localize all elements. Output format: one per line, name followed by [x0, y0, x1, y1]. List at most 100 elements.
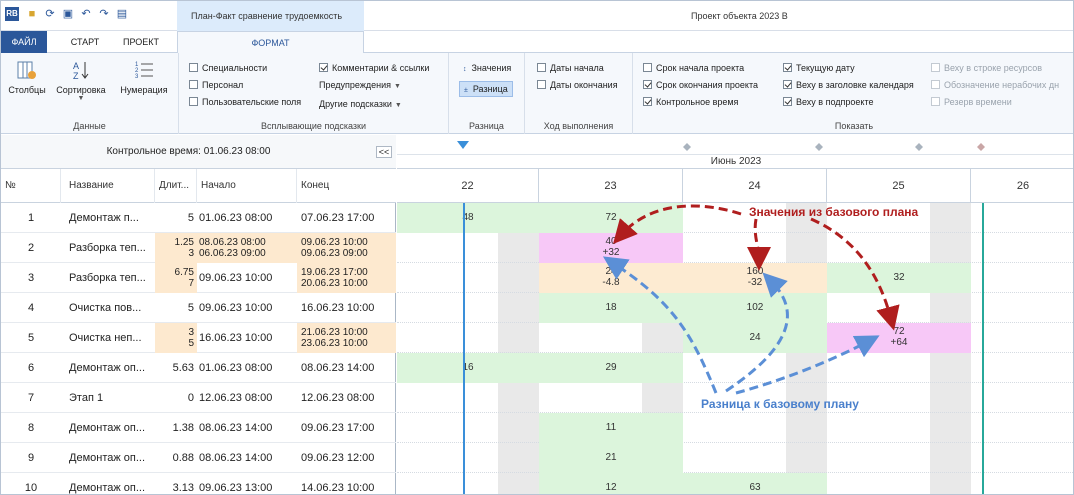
- row-start: 08.06.23 08:00 06.06.23 09:00: [197, 233, 297, 263]
- collapse-button[interactable]: <<: [376, 146, 392, 158]
- workload-cell[interactable]: 63: [683, 473, 827, 494]
- workload-cell[interactable]: 16: [397, 353, 539, 383]
- numbering-label: Нумерация: [120, 85, 168, 95]
- row-name: Демонтаж оп...: [69, 422, 146, 434]
- table-row[interactable]: 2 Разборка теп... 1.25 3 08.06.23 08:00 06…: [1, 233, 396, 263]
- workload-cell[interactable]: 40 +32: [539, 233, 683, 263]
- row-start: 08.06.23 14:00: [199, 422, 273, 434]
- table-row[interactable]: 6 Демонтаж оп... 5.63 01.06.23 08:00 08.…: [1, 353, 396, 383]
- refresh-icon[interactable]: ⟳: [43, 7, 57, 21]
- app-logo-icon: RB: [5, 7, 19, 21]
- undo-icon[interactable]: ↶: [79, 7, 93, 21]
- table-row[interactable]: 7 Этап 1 0 12.06.23 08:00 12.06.23 08:00: [1, 383, 396, 413]
- redo-icon[interactable]: ↷: [97, 7, 111, 21]
- progress-group: Даты начала Даты окончания Ход выполнени…: [525, 53, 633, 134]
- table-row[interactable]: 3 Разборка теп... 6.75 7 09.06.23 10:00 1…: [1, 263, 396, 293]
- row-num: 9: [27, 452, 35, 464]
- project-start-checkbox[interactable]: Срок начала проекта: [643, 63, 744, 73]
- gantt-row: 40 +32: [397, 233, 1073, 263]
- row-name: Демонтаж оп...: [69, 452, 146, 464]
- workload-cell[interactable]: 72: [539, 203, 683, 233]
- workload-cell[interactable]: 11: [539, 413, 683, 443]
- ribbon: Столбцы AZ Сортировка ▼ 123 Нумерация Да…: [1, 53, 1073, 134]
- nonwork-days-checkbox[interactable]: Обозначение нерабочих дн: [931, 80, 1059, 90]
- col-header-name[interactable]: Название: [61, 169, 155, 203]
- row-num: 10: [24, 482, 38, 494]
- sort-dropdown-icon[interactable]: ▼: [49, 95, 113, 102]
- workload-cell[interactable]: 24 -4.8: [539, 263, 683, 293]
- row-duration: 5: [187, 212, 194, 224]
- workload-cell[interactable]: 102: [683, 293, 827, 323]
- row-end: 12.06.23 08:00: [301, 392, 375, 404]
- row-duration: 1.25 3: [155, 233, 197, 263]
- table-row[interactable]: 1 Демонтаж п... 5 01.06.23 08:00 07.06.2…: [1, 203, 396, 233]
- columns-button[interactable]: Столбцы: [5, 59, 49, 95]
- tab-file[interactable]: ФАЙЛ: [1, 31, 47, 53]
- gantt-row: 12 63: [397, 473, 1073, 494]
- table-row[interactable]: 10 Демонтаж оп... 3.13 09.06.23 13:00 14…: [1, 473, 396, 494]
- row-num: 1: [27, 212, 35, 224]
- gantt-row: 24 72 +64: [397, 323, 1073, 353]
- day-header: 22 23 24 25 26: [397, 169, 1073, 203]
- row-end: 09.06.23 10:00 09.06.23 09:00: [297, 233, 396, 263]
- subproject-milestone-checkbox[interactable]: Веху в подпроекте: [783, 97, 873, 107]
- row-start: 09.06.23 10:00: [199, 302, 273, 314]
- sort-button[interactable]: AZ Сортировка ▼: [49, 59, 113, 102]
- tab-project[interactable]: ПРОЕКТ: [113, 31, 169, 53]
- milestone-diamond-icon: [977, 143, 985, 151]
- quick-access-menu-icon[interactable]: ▤: [115, 7, 129, 21]
- table-row[interactable]: 4 Очистка пов... 5 09.06.23 10:00 16.06.…: [1, 293, 396, 323]
- row-name: Этап 1: [69, 392, 104, 404]
- col-header-end[interactable]: Конец: [297, 169, 396, 203]
- difference-button[interactable]: ± Разница: [459, 81, 513, 97]
- workload-cell[interactable]: 18: [539, 293, 683, 323]
- end-dates-checkbox[interactable]: Даты окончания: [537, 80, 618, 90]
- gantt-row: 18 102: [397, 293, 1073, 323]
- workload-cell[interactable]: 72 +64: [827, 323, 971, 353]
- task-grid: Контрольное время: 01.06.23 08:00 << № Н…: [1, 135, 396, 494]
- workload-cell[interactable]: 21: [539, 443, 683, 473]
- resource-row-milestone-checkbox[interactable]: Веху в строке ресурсов: [931, 63, 1042, 73]
- save-icon[interactable]: ▣: [61, 7, 75, 21]
- col-header-num[interactable]: №: [1, 169, 61, 203]
- personnel-checkbox[interactable]: Персонал: [189, 80, 243, 90]
- control-time-checkbox[interactable]: Контрольное время: [643, 97, 738, 107]
- numbering-button[interactable]: 123 Нумерация: [113, 59, 175, 95]
- row-start: 09.06.23 10:00: [199, 272, 273, 284]
- col-header-duration[interactable]: Длит...: [155, 169, 197, 203]
- calendar-header-milestone-checkbox[interactable]: Веху в заголовке календаря: [783, 80, 914, 90]
- milestone-markers: [457, 141, 985, 151]
- table-row[interactable]: 9 Демонтаж оп... 0.88 08.06.23 14:00 09.…: [1, 443, 396, 473]
- tooltips-group-label: Всплывающие подсказки: [260, 121, 367, 131]
- workload-cell[interactable]: 32: [827, 263, 971, 293]
- tab-start[interactable]: СТАРТ: [61, 31, 109, 53]
- workload-cell[interactable]: 160 -32: [683, 263, 827, 293]
- table-row[interactable]: 5 Очистка неп... 35 16.06.23 10:00 21.06…: [1, 323, 396, 353]
- other-tooltips-dropdown[interactable]: Другие подсказки ▼: [319, 99, 402, 109]
- row-start: 01.06.23 08:00: [199, 212, 273, 224]
- row-duration: 1.38: [172, 422, 194, 434]
- workload-cell[interactable]: 12: [539, 473, 683, 494]
- table-row[interactable]: 8 Демонтаж оп... 1.38 08.06.23 14:00 09.…: [1, 413, 396, 443]
- current-date-checkbox[interactable]: Текущую дату: [783, 63, 855, 73]
- workload-cell[interactable]: 24: [683, 323, 827, 353]
- start-dates-checkbox[interactable]: Даты начала: [537, 63, 604, 73]
- project-end-checkbox[interactable]: Срок окончания проекта: [643, 80, 758, 90]
- month-header: Июнь 2023: [397, 155, 1073, 169]
- milestone-diamond-icon: [915, 143, 923, 151]
- warnings-dropdown[interactable]: Предупреждения ▼: [319, 80, 401, 90]
- time-reserve-checkbox[interactable]: Резерв времени: [931, 97, 1012, 107]
- row-name: Очистка неп...: [69, 332, 142, 344]
- open-folder-icon[interactable]: ■: [25, 7, 39, 21]
- workload-cell[interactable]: 48: [397, 203, 539, 233]
- specialties-checkbox[interactable]: Специальности: [189, 63, 267, 73]
- tab-format[interactable]: ФОРМАТ: [177, 31, 364, 54]
- custom-fields-checkbox[interactable]: Пользовательские поля: [189, 97, 301, 107]
- row-start: 08.06.23 14:00: [199, 452, 273, 464]
- col-header-start[interactable]: Начало: [197, 169, 297, 203]
- row-num: 7: [27, 392, 35, 404]
- values-button[interactable]: ↕ Значения: [463, 63, 511, 73]
- row-name: Очистка пов...: [69, 302, 142, 314]
- workload-cell[interactable]: 29: [539, 353, 683, 383]
- comments-checkbox[interactable]: Комментарии & ссылки: [319, 63, 429, 73]
